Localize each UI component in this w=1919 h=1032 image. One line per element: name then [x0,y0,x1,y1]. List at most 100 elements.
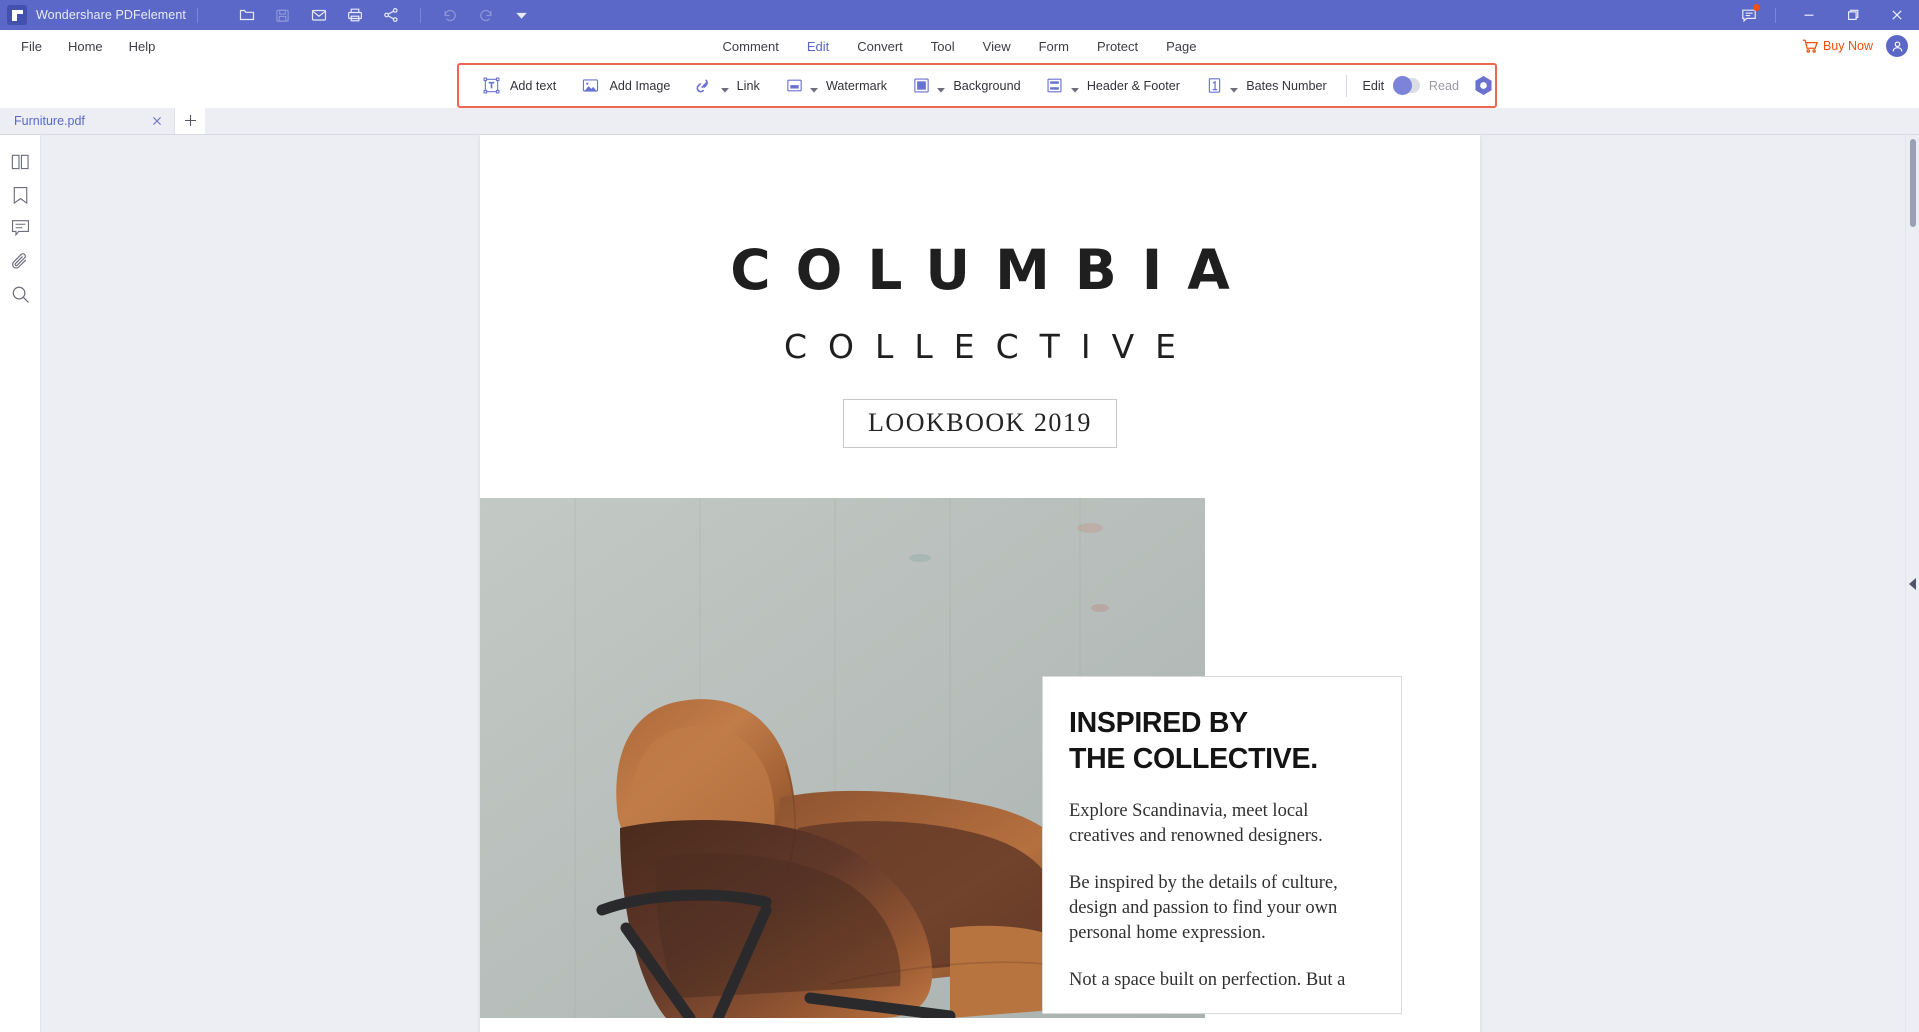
watermark-button[interactable]: Watermark [780,69,890,103]
thumbnails-icon [11,154,30,171]
scrollbar-thumb[interactable] [1910,139,1916,227]
undo-icon[interactable] [436,3,464,27]
document-tab[interactable]: Furniture.pdf [0,107,175,134]
header-footer-dropdown-caret-icon[interactable] [1070,80,1079,98]
bates-number-button[interactable]: Bates Number [1200,69,1330,103]
notifications-icon[interactable] [1734,3,1764,27]
save-icon[interactable] [269,3,297,27]
watermark-icon [783,75,805,97]
tab-view[interactable]: View [969,34,1025,59]
sidebar-item-search[interactable] [4,278,36,310]
menu-item-file[interactable]: File [8,34,55,59]
share-icon[interactable] [377,3,405,27]
tab-protect[interactable]: Protect [1083,34,1152,59]
print-icon[interactable] [341,3,369,27]
notification-badge [1753,4,1760,11]
avatar[interactable] [1886,35,1908,57]
callout-box: INSPIRED BY THE COLLECTIVE. Explore Scan… [1042,676,1402,1015]
background-button[interactable]: Background [907,69,1023,103]
titlebar-divider-2 [419,7,421,23]
app-logo-icon [7,5,27,25]
search-icon [11,285,30,304]
add-text-label: Add text [510,78,557,93]
tab-form[interactable]: Form [1025,34,1083,59]
left-rail [0,135,41,1032]
tab-edit[interactable]: Edit [793,34,843,59]
sidebar-item-attachments[interactable] [4,245,36,277]
comment-icon [11,219,30,237]
sidebar-item-bookmarks[interactable] [4,179,36,211]
ribbon-divider [1345,74,1347,97]
quick-access-toolbar [229,3,540,27]
read-mode-label: Read [1428,78,1459,93]
titlebar-divider-3 [1775,7,1776,23]
add-text-icon [480,75,502,97]
cart-icon [1802,39,1823,53]
document-brand-block: COLUMBIA COLLECTIVE LOOKBOOK 2019 [480,135,1480,448]
background-icon [910,75,932,97]
customize-icon[interactable] [508,3,536,27]
watermark-dropdown-caret-icon[interactable] [810,80,818,98]
background-dropdown-caret-icon[interactable] [937,80,946,98]
link-label: Link [736,78,760,93]
close-icon[interactable] [148,112,166,130]
edit-mode-label: Edit [1362,78,1385,93]
tab-tool[interactable]: Tool [917,34,969,59]
document-body: INSPIRED BY THE COLLECTIVE. Explore Scan… [480,498,1480,1018]
document-tab-label: Furniture.pdf [14,113,85,128]
link-dropdown-caret-icon[interactable] [720,80,729,98]
workspace: COLUMBIA COLLECTIVE LOOKBOOK 2019 INSPIR… [0,135,1919,1032]
menu-item-help[interactable]: Help [116,34,169,59]
add-image-button[interactable]: Add Image [576,69,673,103]
new-tab-button[interactable] [175,107,205,134]
chevron-left-icon [1908,577,1916,590]
document-tab-strip: Furniture.pdf [0,107,1919,135]
close-button[interactable] [1875,0,1919,30]
callout-paragraph-1: Explore Scandinavia, meet local creative… [1069,801,1323,847]
advanced-mode-icon[interactable] [1472,74,1495,97]
attachment-icon [11,252,30,271]
callout-heading-line-1: INSPIRED BY [1069,707,1248,739]
email-icon[interactable] [305,3,333,27]
tab-convert[interactable]: Convert [843,34,917,59]
bookmark-icon [12,186,29,205]
open-folder-icon[interactable] [233,3,261,27]
pdf-viewer[interactable]: COLUMBIA COLLECTIVE LOOKBOOK 2019 INSPIR… [41,135,1919,1032]
callout-paragraph-3: Not a space built on perfection. But a [1069,970,1346,991]
maximize-button[interactable] [1831,0,1875,30]
menu-item-home[interactable]: Home [55,34,116,59]
toggle-knob [1393,76,1413,95]
buy-now-button[interactable]: Buy Now [1802,39,1873,53]
bates-number-dropdown-caret-icon[interactable] [1230,80,1239,98]
lookbook-badge: LOOKBOOK 2019 [843,399,1117,448]
tab-comment[interactable]: Comment [708,34,792,59]
add-image-label: Add Image [609,78,671,93]
watermark-label: Watermark [826,78,888,93]
minimize-button[interactable] [1787,0,1831,30]
link-icon [694,75,716,97]
menu-center-group: Comment Edit Convert Tool View Form Prot… [708,34,1210,59]
edit-ribbon: Add text Add Image Link Watermark Backgr… [0,62,1919,108]
callout-heading-line-2: THE COLLECTIVE. [1069,743,1318,776]
callout-paragraph-2: Be inspired by the details of culture, d… [1069,873,1338,944]
add-image-icon [579,75,601,97]
edit-toolbar-highlight: Add text Add Image Link Watermark Backgr… [457,63,1497,108]
tab-page[interactable]: Page [1152,34,1210,59]
header-footer-icon [1044,75,1066,97]
app-title: Wondershare PDFelement [36,8,186,22]
edit-read-toggle[interactable] [1393,76,1420,95]
brand-line-2: COLLECTIVE [784,327,1197,366]
redo-icon[interactable] [472,3,500,27]
bates-number-icon [1203,75,1225,97]
header-footer-label: Header & Footer [1086,78,1180,93]
menu-right-group: Buy Now [1802,30,1908,62]
add-text-button[interactable]: Add text [477,69,559,103]
collapse-right-panel-button[interactable] [1905,569,1919,599]
sidebar-item-thumbnails[interactable] [4,146,36,178]
header-footer-button[interactable]: Header & Footer [1041,69,1183,103]
link-button[interactable]: Link [691,69,763,103]
buy-now-label: Buy Now [1822,39,1873,53]
bates-number-label: Bates Number [1246,78,1327,93]
sidebar-item-annotations[interactable] [4,212,36,244]
pdf-page: COLUMBIA COLLECTIVE LOOKBOOK 2019 INSPIR… [480,135,1480,1032]
